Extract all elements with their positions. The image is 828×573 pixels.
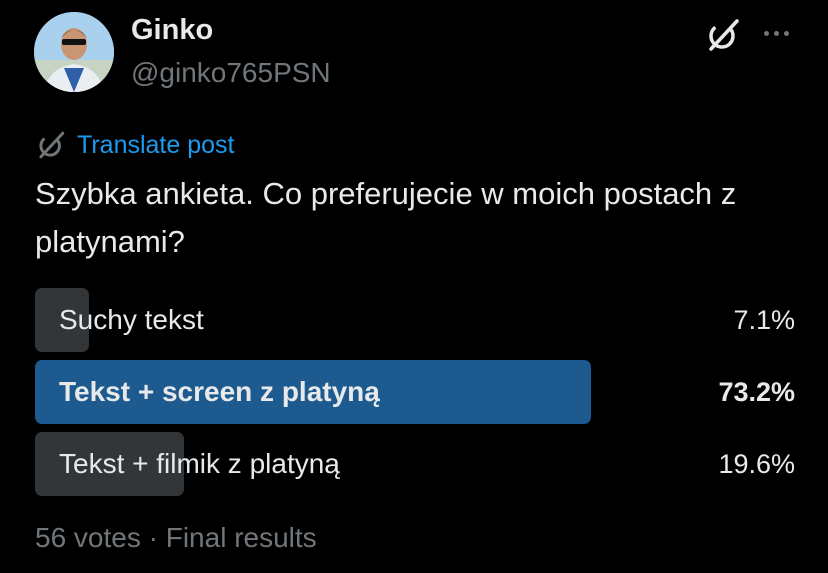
translate-post-link[interactable]: Translate post xyxy=(35,128,234,162)
poll-option-label: Suchy tekst xyxy=(59,304,204,335)
poll-option: Tekst + screen z platyną 73.2% xyxy=(35,360,795,424)
post-text: Szybka ankieta. Co preferujecie w moich … xyxy=(35,176,737,259)
poll-option-percent: 19.6% xyxy=(718,449,795,479)
author-handle[interactable]: @ginko765PSN xyxy=(131,57,331,89)
more-options-icon xyxy=(773,30,779,36)
poll-option: Tekst + filmik z platyną 19.6% xyxy=(35,432,795,496)
author-display-name[interactable]: Ginko xyxy=(131,14,213,47)
profile-photo-icon xyxy=(34,12,114,92)
more-options-icon xyxy=(783,30,789,36)
poll-footer: 56 votes · Final results xyxy=(35,522,317,553)
avatar[interactable] xyxy=(34,12,114,92)
more-options-button[interactable] xyxy=(756,16,796,50)
poll-option-percent: 73.2% xyxy=(718,377,795,407)
poll-option-percent: 7.1% xyxy=(733,305,795,335)
translate-post-label[interactable]: Translate post xyxy=(77,131,234,160)
grok-icon xyxy=(39,131,65,159)
grok-button[interactable] xyxy=(704,16,742,54)
poll-option: Suchy tekst 7.1% xyxy=(35,288,795,352)
poll-option-label: Tekst + filmik z platyną xyxy=(59,448,340,479)
poll: Suchy tekst 7.1% Tekst + screen z platyn… xyxy=(35,288,795,504)
more-options-icon xyxy=(763,30,769,36)
grok-icon xyxy=(709,19,739,51)
poll-option-label: Tekst + screen z platyną xyxy=(59,376,380,407)
